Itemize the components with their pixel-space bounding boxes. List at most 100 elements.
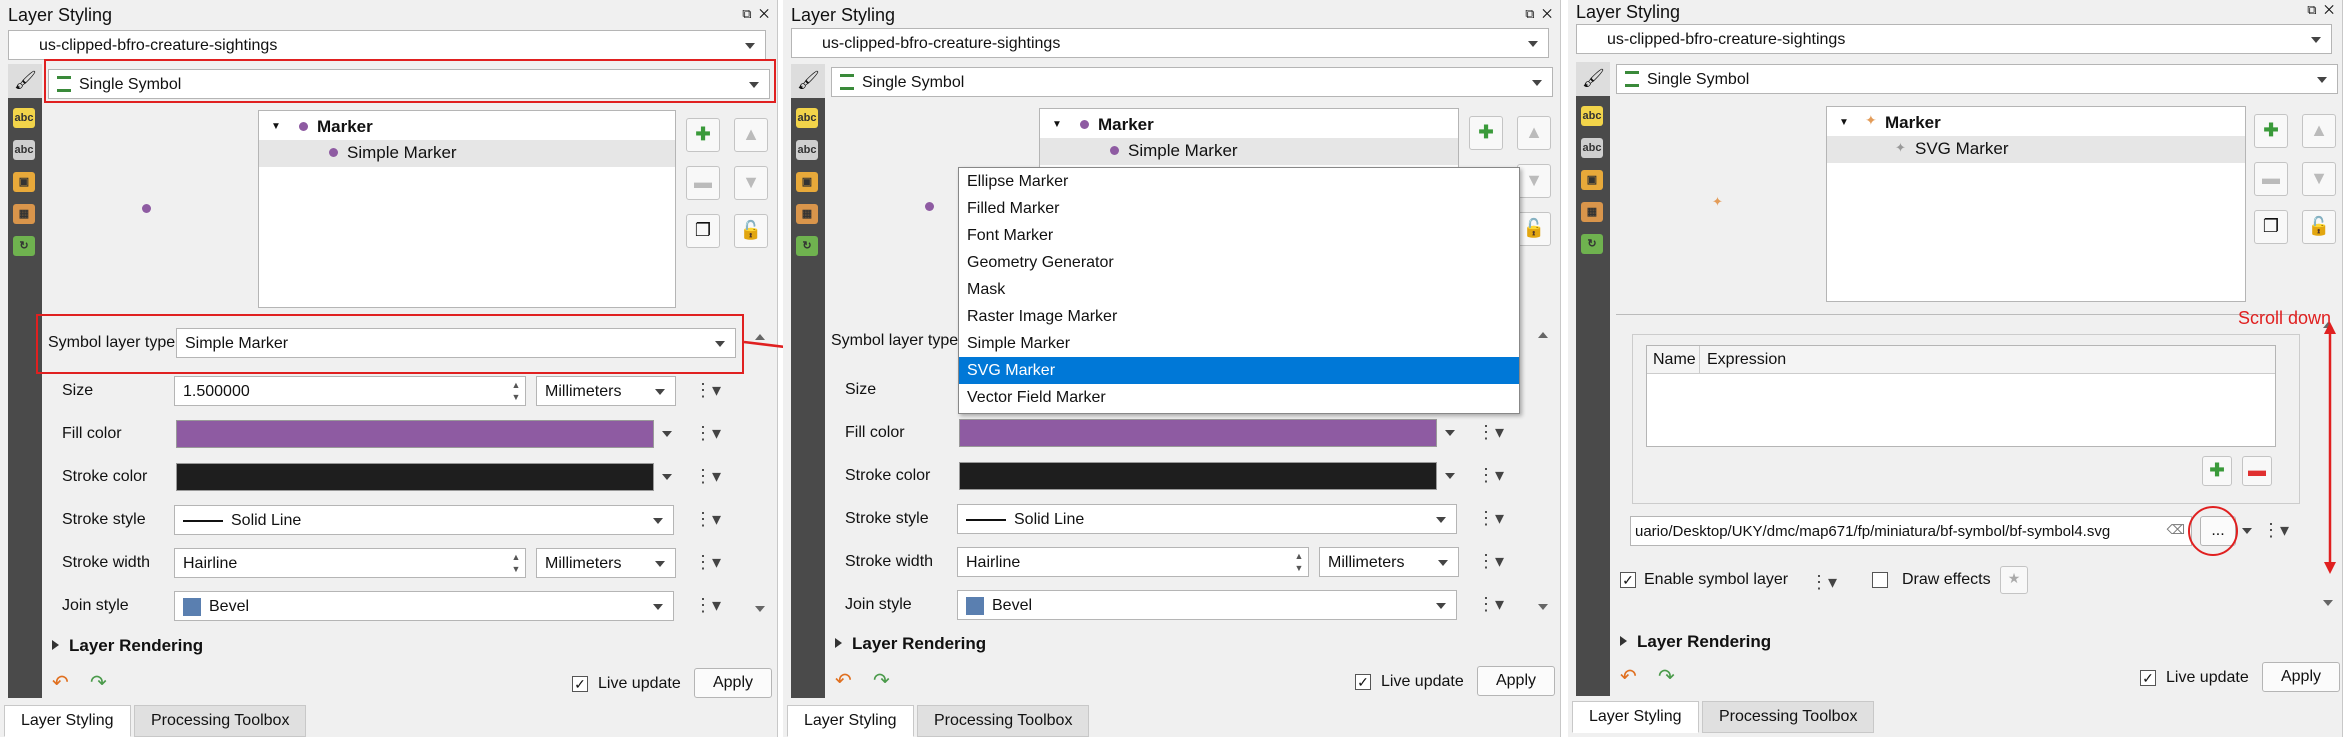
menu-item-filled-marker[interactable]: Filled Marker bbox=[959, 195, 1519, 222]
tab-processing-toolbox[interactable]: Processing Toolbox bbox=[917, 705, 1090, 737]
undo-icon[interactable]: ↶ bbox=[835, 668, 852, 693]
data-defined-override-icon[interactable]: ⋮▾ bbox=[1806, 569, 1840, 597]
menu-item-font-marker[interactable]: Font Marker bbox=[959, 222, 1519, 249]
tree-row-svg-marker[interactable]: ✦ SVG Marker bbox=[1827, 136, 2245, 163]
tab-processing-toolbox[interactable]: Processing Toolbox bbox=[1702, 701, 1875, 733]
3d-view-icon[interactable]: ▣ bbox=[796, 172, 818, 192]
clear-icon[interactable]: ⌫ bbox=[2167, 522, 2185, 538]
move-up-button[interactable]: ▲ bbox=[1517, 116, 1551, 150]
tab-processing-toolbox[interactable]: Processing Toolbox bbox=[134, 705, 307, 737]
spinner-icon[interactable]: ▲ ▼ bbox=[509, 551, 523, 575]
tree-row-marker[interactable]: ▼ Marker bbox=[259, 113, 675, 140]
tab-layer-styling[interactable]: Layer Styling bbox=[1572, 701, 1699, 733]
stroke-width-unit-select[interactable]: Millimeters bbox=[536, 548, 676, 578]
fill-color-button[interactable] bbox=[176, 420, 654, 448]
live-update-checkbox[interactable]: ✓ bbox=[1355, 674, 1371, 690]
text-labels-icon[interactable]: abc bbox=[796, 140, 818, 160]
stroke-color-button[interactable] bbox=[176, 463, 654, 491]
layer-select[interactable]: us-clipped-bfro-creature-sightings bbox=[8, 30, 766, 60]
size-input[interactable]: 1.500000 ▲ ▼ bbox=[174, 376, 526, 406]
redo-icon[interactable]: ↷ bbox=[873, 668, 890, 693]
live-update-checkbox[interactable]: ✓ bbox=[572, 676, 588, 692]
layer-rendering-section[interactable]: Layer Rendering bbox=[52, 636, 203, 656]
parameters-table[interactable]: Name Expression bbox=[1646, 345, 2276, 447]
tree-row-marker[interactable]: ▼ ✦ Marker bbox=[1827, 109, 2245, 136]
layer-rendering-section[interactable]: Layer Rendering bbox=[1620, 632, 1771, 652]
data-defined-override-icon[interactable]: ⋮▾ bbox=[1473, 462, 1507, 490]
duplicate-layer-button[interactable]: ❐ bbox=[686, 214, 720, 248]
stroke-color-button[interactable] bbox=[959, 462, 1437, 490]
data-defined-override-icon[interactable]: ⋮▾ bbox=[1473, 505, 1507, 533]
menu-item-geometry-generator[interactable]: Geometry Generator bbox=[959, 249, 1519, 276]
data-defined-override-icon[interactable]: ⋮▾ bbox=[690, 506, 724, 534]
lock-layer-button[interactable]: 🔓 bbox=[734, 214, 768, 248]
fill-color-dropdown[interactable] bbox=[1441, 418, 1459, 448]
brush-icon[interactable]: 🖌 bbox=[791, 64, 825, 98]
size-unit-select[interactable]: Millimeters bbox=[536, 376, 676, 406]
data-defined-override-icon[interactable]: ⋮▾ bbox=[1473, 591, 1507, 619]
duplicate-layer-button[interactable]: ❐ bbox=[2254, 210, 2288, 244]
tab-layer-styling[interactable]: Layer Styling bbox=[787, 705, 914, 737]
spinner-icon[interactable]: ▲ ▼ bbox=[509, 379, 523, 403]
redo-icon[interactable]: ↷ bbox=[1658, 664, 1675, 689]
stroke-color-dropdown[interactable] bbox=[1441, 461, 1459, 491]
expand-arrow-icon[interactable]: ▼ bbox=[1052, 119, 1062, 130]
tree-row-simple-marker[interactable]: Simple Marker bbox=[1040, 138, 1458, 165]
labels-icon[interactable]: abc bbox=[13, 108, 35, 128]
svg-dropdown[interactable] bbox=[2238, 516, 2256, 546]
move-up-button[interactable]: ▲ bbox=[2302, 114, 2336, 148]
data-defined-override-icon[interactable]: ⋮▾ bbox=[690, 377, 724, 405]
lock-layer-button[interactable]: 🔓 bbox=[2302, 210, 2336, 244]
brush-icon[interactable]: 🖌 bbox=[1576, 62, 1610, 96]
remove-layer-button[interactable]: ▬ bbox=[686, 166, 720, 200]
diagram-icon[interactable]: ▦ bbox=[1581, 202, 1603, 222]
properties-scrollbar[interactable] bbox=[1535, 328, 1551, 614]
data-defined-override-icon[interactable]: ⋮▾ bbox=[1473, 419, 1507, 447]
window-buttons[interactable]: ⧉ ✕ bbox=[1525, 6, 1554, 22]
join-style-select[interactable]: Bevel bbox=[174, 591, 674, 621]
add-layer-button[interactable]: ✚ bbox=[2254, 114, 2288, 148]
layer-select[interactable]: us-clipped-bfro-creature-sightings bbox=[791, 28, 1549, 58]
lock-layer-button[interactable]: 🔓 bbox=[1517, 212, 1551, 246]
data-defined-override-icon[interactable]: ⋮▾ bbox=[2258, 517, 2292, 545]
add-layer-button[interactable]: ✚ bbox=[1469, 116, 1503, 150]
apply-button[interactable]: Apply bbox=[2262, 662, 2340, 692]
stroke-width-input[interactable]: Hairline ▲ ▼ bbox=[174, 548, 526, 578]
window-buttons[interactable]: ⧉ ✕ bbox=[2307, 2, 2336, 18]
diagram-icon[interactable]: ▦ bbox=[13, 204, 35, 224]
enable-symbol-layer-checkbox[interactable]: ✓ bbox=[1620, 572, 1636, 588]
effects-button[interactable]: ★ bbox=[2000, 566, 2028, 594]
menu-item-mask[interactable]: Mask bbox=[959, 276, 1519, 303]
history-icon[interactable]: ↻ bbox=[1581, 234, 1603, 254]
menu-item-svg-marker[interactable]: SVG Marker bbox=[959, 357, 1519, 384]
apply-button[interactable]: Apply bbox=[1477, 666, 1555, 696]
renderer-select[interactable]: Single Symbol bbox=[831, 67, 1553, 97]
stroke-style-select[interactable]: Solid Line bbox=[957, 504, 1457, 534]
tree-row-simple-marker[interactable]: Simple Marker bbox=[259, 140, 675, 167]
fill-color-dropdown[interactable] bbox=[658, 419, 676, 449]
labels-icon[interactable]: abc bbox=[796, 108, 818, 128]
3d-view-icon[interactable]: ▣ bbox=[13, 172, 35, 192]
renderer-select[interactable]: Single Symbol bbox=[1616, 64, 2338, 94]
live-update-checkbox[interactable]: ✓ bbox=[2140, 670, 2156, 686]
add-parameter-button[interactable]: ✚ bbox=[2202, 456, 2232, 486]
tab-layer-styling[interactable]: Layer Styling bbox=[4, 705, 131, 737]
menu-item-vector-field-marker[interactable]: Vector Field Marker bbox=[959, 384, 1519, 411]
remove-layer-button[interactable]: ▬ bbox=[2254, 162, 2288, 196]
expand-arrow-icon[interactable]: ▼ bbox=[271, 121, 281, 132]
layer-select[interactable]: us-clipped-bfro-creature-sightings bbox=[1576, 24, 2332, 54]
brush-icon[interactable]: 🖌 bbox=[8, 64, 42, 98]
data-defined-override-icon[interactable]: ⋮▾ bbox=[690, 549, 724, 577]
redo-icon[interactable]: ↷ bbox=[90, 670, 118, 698]
apply-button[interactable]: Apply bbox=[694, 668, 772, 698]
tree-row-marker[interactable]: ▼ Marker bbox=[1040, 111, 1458, 138]
fill-color-button[interactable] bbox=[959, 419, 1437, 447]
text-labels-icon[interactable]: abc bbox=[1581, 138, 1603, 158]
data-defined-override-icon[interactable]: ⋮▾ bbox=[690, 463, 724, 491]
stroke-color-dropdown[interactable] bbox=[658, 462, 676, 492]
move-down-button[interactable]: ▼ bbox=[734, 166, 768, 200]
draw-effects-checkbox[interactable] bbox=[1872, 572, 1888, 588]
menu-item-raster-image-marker[interactable]: Raster Image Marker bbox=[959, 303, 1519, 330]
stroke-style-select[interactable]: Solid Line bbox=[174, 505, 674, 535]
stroke-width-unit-select[interactable]: Millimeters bbox=[1319, 547, 1459, 577]
